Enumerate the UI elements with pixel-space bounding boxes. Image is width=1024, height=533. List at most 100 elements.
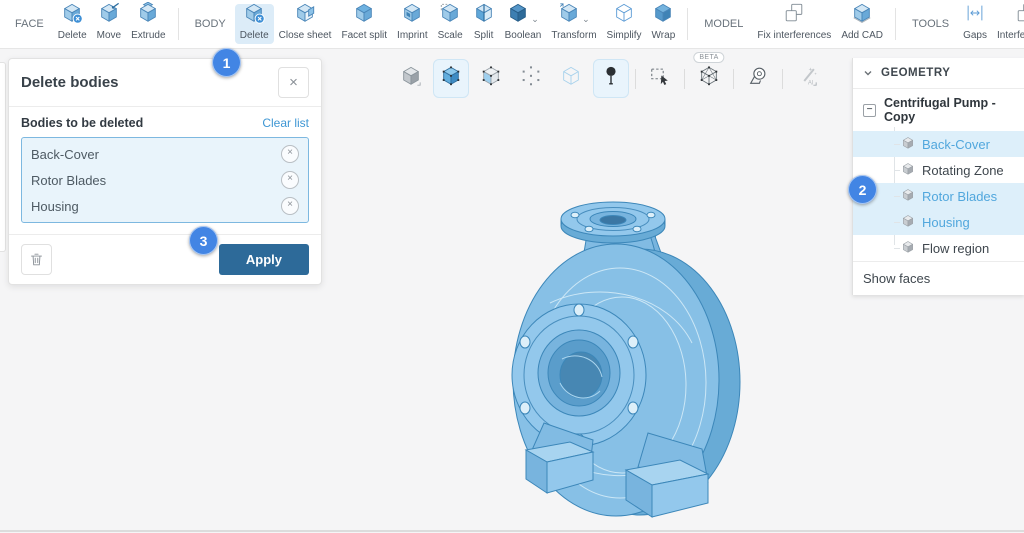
tool-label: Transform (551, 30, 596, 41)
toolbar-group-label: MODEL (695, 18, 752, 30)
tool-label: Close sheet (279, 30, 332, 41)
body-list-item[interactable]: Back-Cover× (22, 141, 308, 167)
viewbar-divider (782, 69, 783, 89)
toolbar-group-face: FACE Delete Move Extrude (6, 4, 171, 44)
toolbar-group-model: MODELFix interferences Add CAD (695, 4, 888, 44)
face-select-cube-button[interactable] (473, 59, 509, 98)
vertex-select-dots-icon (520, 65, 542, 92)
transparent-cube-icon (560, 65, 582, 92)
geometry-root-node[interactable]: − Centrifugal Pump - Copy (853, 89, 1024, 131)
tool-face-move[interactable]: Move (92, 4, 126, 44)
tool-tools-interferences[interactable]: Interferences (992, 4, 1024, 44)
tool-body-wrap[interactable]: Wrap (647, 4, 681, 44)
cube-icon (901, 188, 915, 205)
body-select-cube-button[interactable] (433, 59, 469, 98)
tree-item-back-cover[interactable]: Back-Cover (853, 131, 1024, 157)
body-list-item[interactable]: Rotor Blades × (22, 167, 308, 193)
trash-button[interactable] (21, 244, 52, 275)
geometry-tree: Back-Cover Rotating Zone Rotor Blades Housi… (853, 131, 1024, 261)
cad-edit-toolbar: FACEDeleteMoveExtrudeBODYDeleteClose she… (0, 0, 1024, 49)
remove-item-icon[interactable]: × (281, 171, 299, 189)
remove-item-icon[interactable]: × (281, 145, 299, 163)
chevron-down-icon: ⌄ (582, 14, 590, 25)
beta-badge: BETA (693, 52, 724, 63)
tool-body-delete[interactable]: Delete (235, 4, 274, 44)
tree-item-rotor-blades[interactable]: Rotor Blades (853, 183, 1024, 209)
split-icon (473, 2, 495, 29)
chevron-down-icon: ⌄ (531, 14, 539, 25)
tool-body-boolean[interactable]: ⌄ Boolean (500, 4, 547, 44)
geometry-root-label: Centrifugal Pump - Copy (884, 96, 1014, 124)
fix-interferences-icon (783, 2, 805, 29)
probe-pin-button[interactable] (593, 59, 629, 98)
tool-label: Interferences (997, 30, 1024, 41)
tool-body-close-sheet[interactable]: Close sheet (274, 4, 337, 44)
toolbar-divider (178, 8, 179, 40)
tool-face-delete[interactable]: Delete (53, 4, 92, 44)
tool-tools-gaps[interactable]: Gaps (958, 4, 992, 44)
vertex-select-dots-button[interactable] (513, 59, 549, 98)
clear-list-link[interactable]: Clear list (262, 116, 309, 130)
geometry-panel-header[interactable]: GEOMETRY (853, 58, 1024, 89)
trash-icon (29, 252, 44, 267)
tool-label: Boolean (505, 30, 542, 41)
measure-tape-button[interactable] (740, 59, 776, 98)
body-list-item[interactable]: Housing× (22, 193, 308, 219)
body-select-cube-icon (440, 65, 462, 92)
select-mode-cube-icon (400, 65, 422, 92)
tool-label: Delete (58, 30, 87, 41)
tool-label: Gaps (963, 30, 987, 41)
remove-item-icon[interactable]: × (281, 197, 299, 215)
transparent-cube-button[interactable] (553, 59, 589, 98)
tool-label: Extrude (131, 30, 165, 41)
tool-body-simplify[interactable]: Simplify (602, 4, 647, 44)
delete-bodies-dialog: Delete bodies × Bodies to be deleted Cle… (8, 58, 322, 285)
tool-model-fix-interferences[interactable]: Fix interferences (752, 4, 836, 44)
facet-mesh-cube-button[interactable]: BETA (691, 59, 727, 98)
transform-icon (558, 2, 580, 29)
collapsed-panel-handle[interactable] (0, 62, 6, 252)
tree-item-label: Rotating Zone (922, 163, 1004, 178)
cube-icon (901, 240, 915, 257)
box-select-button[interactable] (642, 59, 678, 98)
step-badge-1: 1 (212, 48, 241, 77)
facet-mesh-cube-icon (698, 65, 720, 92)
tree-item-rotating-zone[interactable]: Rotating Zone (853, 157, 1024, 183)
toolbar-group-label: FACE (6, 18, 53, 30)
select-mode-cube-button[interactable] (393, 59, 429, 98)
delete-cube-icon (243, 2, 265, 29)
toolbar-divider (687, 8, 688, 40)
tool-face-extrude[interactable]: Extrude (126, 4, 170, 44)
add-cad-icon (851, 2, 873, 29)
tool-label: Scale (438, 30, 463, 41)
viewbar-divider (684, 69, 685, 89)
tree-item-flow-region[interactable]: Flow region (853, 235, 1024, 261)
tool-body-split[interactable]: Split (468, 4, 500, 44)
close-icon[interactable]: × (278, 67, 309, 98)
step-badge-2: 2 (848, 175, 877, 204)
chevron-down-icon (863, 68, 873, 78)
toolbar-group-body: BODYDeleteClose sheetFacet splitImprintS… (186, 4, 681, 44)
apply-button[interactable]: Apply (219, 244, 309, 275)
tool-body-facet-split[interactable]: Facet split (336, 4, 392, 44)
tool-label: Facet split (341, 30, 387, 41)
tool-body-imprint[interactable]: Imprint (392, 4, 433, 44)
ai-assist-button[interactable]: AI (789, 59, 825, 98)
pump-model-3d[interactable] (440, 183, 772, 533)
interferences-icon (1015, 2, 1024, 29)
show-faces-button[interactable]: Show faces (853, 261, 1024, 295)
tool-body-scale[interactable]: Scale (433, 4, 468, 44)
scale-icon (439, 2, 461, 29)
tree-item-label: Housing (922, 215, 970, 230)
tree-item-label: Flow region (922, 241, 989, 256)
tool-model-add-cad[interactable]: Add CAD (836, 4, 888, 44)
tree-item-housing[interactable]: Housing (853, 209, 1024, 235)
tool-label: Wrap (652, 30, 676, 41)
simplify-icon (613, 2, 635, 29)
tool-label: Add CAD (841, 30, 883, 41)
viewbar-divider (635, 69, 636, 89)
tool-body-transform[interactable]: ⌄ Transform (546, 4, 601, 44)
collapse-expander-icon[interactable]: − (863, 104, 876, 117)
body-name: Rotor Blades (31, 173, 106, 188)
tool-label: Delete (240, 30, 269, 41)
